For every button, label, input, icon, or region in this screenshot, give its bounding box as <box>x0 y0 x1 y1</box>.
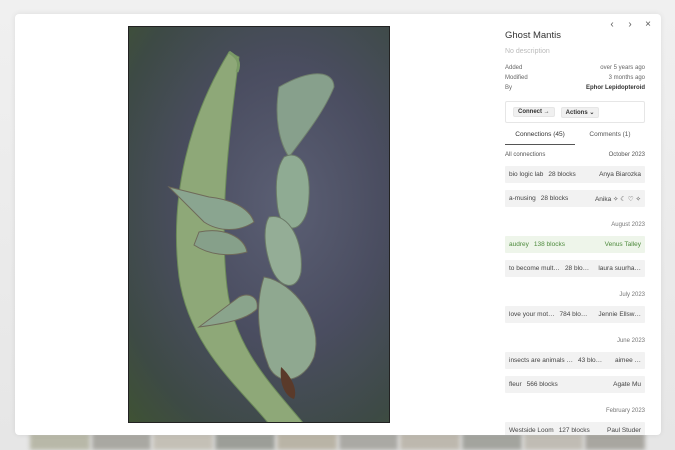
actions-dropdown-button[interactable]: Actions ⌄ <box>560 106 600 118</box>
actions-bar: Connect → Actions ⌄ <box>505 101 645 123</box>
block-metadata: Added over 5 years ago Modified 3 months… <box>505 63 645 93</box>
channel-title: fleur <box>509 381 522 388</box>
meta-modified-value: 3 months ago <box>608 75 645 81</box>
mantis-illustration <box>167 50 335 422</box>
channel-title: to become mult… <box>509 265 560 272</box>
connection-card[interactable]: Westside Loom 127 blocks Paul Studer <box>505 422 645 435</box>
channel-blocks: 28 blocks <box>548 171 576 178</box>
channel-title: bio logic lab <box>509 171 544 178</box>
meta-added: Added over 5 years ago <box>505 63 645 73</box>
channel-title: insects are animals … <box>509 357 573 364</box>
channel-title: Westside Loom <box>509 427 554 434</box>
channel-owner: Agate Mu <box>613 381 641 388</box>
channel-blocks: 566 blocks <box>526 381 558 388</box>
meta-modified-label: Modified <box>505 75 528 81</box>
channel-blocks: 43 blo… <box>577 357 603 364</box>
channel-owner: Venus Talley <box>604 241 641 248</box>
connection-card[interactable]: fleur 566 blocks Agate Mu <box>505 376 645 393</box>
connection-card[interactable]: insects are animals … 43 blo… aimee … <box>505 352 645 369</box>
connections-date: October 2023 <box>608 152 645 158</box>
channel-owner: Jennie Ellsw… <box>598 311 641 318</box>
channel-blocks: 784 blo… <box>559 311 588 318</box>
meta-by-label: By <box>505 85 513 91</box>
meta-added-label: Added <box>505 65 523 71</box>
channel-owner: laura suurha… <box>598 265 641 272</box>
channel-owner: aimee … <box>614 357 641 364</box>
block-title: Ghost Mantis <box>505 30 561 41</box>
connection-card[interactable]: bio logic lab 28 blocks Anya Biarozka <box>505 166 645 183</box>
channel-owner: Anika ✧ ☾ ♡ ✧ <box>594 195 641 203</box>
channel-blocks: 28 blo… <box>564 265 590 272</box>
connections-list: All connections October 2023 bio logic l… <box>505 151 645 435</box>
block-info: Ghost Mantis No description Added over 5… <box>505 30 645 145</box>
group-date: February 2023 <box>605 408 645 414</box>
connection-card[interactable]: audrey 138 blocks Venus Talley <box>505 236 645 253</box>
block-description[interactable]: No description <box>505 48 645 55</box>
author-link[interactable]: Ephor Lepidopteroid <box>586 83 645 93</box>
meta-added-value: over 5 years ago <box>600 65 645 71</box>
channel-blocks: 127 blocks <box>558 427 590 434</box>
connections-header: All connections October 2023 <box>505 151 645 159</box>
channel-title: love your mot… <box>509 311 555 318</box>
meta-by: By Ephor Lepidopteroid <box>505 83 645 93</box>
background-image-strip <box>0 433 675 450</box>
channel-owner: Anya Biarozka <box>599 171 641 178</box>
meta-modified: Modified 3 months ago <box>505 73 645 83</box>
channel-title: a-musing <box>509 195 536 202</box>
image-pane <box>15 14 500 435</box>
mantis-photo <box>128 26 390 423</box>
connect-button[interactable]: Connect → <box>513 107 555 117</box>
tab-comments[interactable]: Comments (1) <box>575 131 645 145</box>
tab-connections[interactable]: Connections (45) <box>505 131 575 145</box>
block-modal: ‹ › × Ghost Mantis No description Added … <box>15 14 661 435</box>
connection-card[interactable]: to become mult… 28 blo… laura suurha… <box>505 260 645 277</box>
channel-owner: Paul Studer <box>607 427 641 434</box>
all-connections-label: All connections <box>505 152 546 158</box>
connection-card[interactable]: love your mot… 784 blo… Jennie Ellsw… <box>505 306 645 323</box>
group-date: July 2023 <box>619 292 645 298</box>
connection-card[interactable]: a-musing 28 blocks Anika ✧ ☾ ♡ ✧ <box>505 190 645 207</box>
group-date: August 2023 <box>611 222 645 228</box>
info-tabs: Connections (45) Comments (1) <box>505 131 645 145</box>
channel-blocks: 138 blocks <box>533 241 565 248</box>
channel-blocks: 28 blocks <box>540 195 569 202</box>
channel-title: audrey <box>509 241 529 248</box>
group-date: June 2023 <box>616 338 645 344</box>
